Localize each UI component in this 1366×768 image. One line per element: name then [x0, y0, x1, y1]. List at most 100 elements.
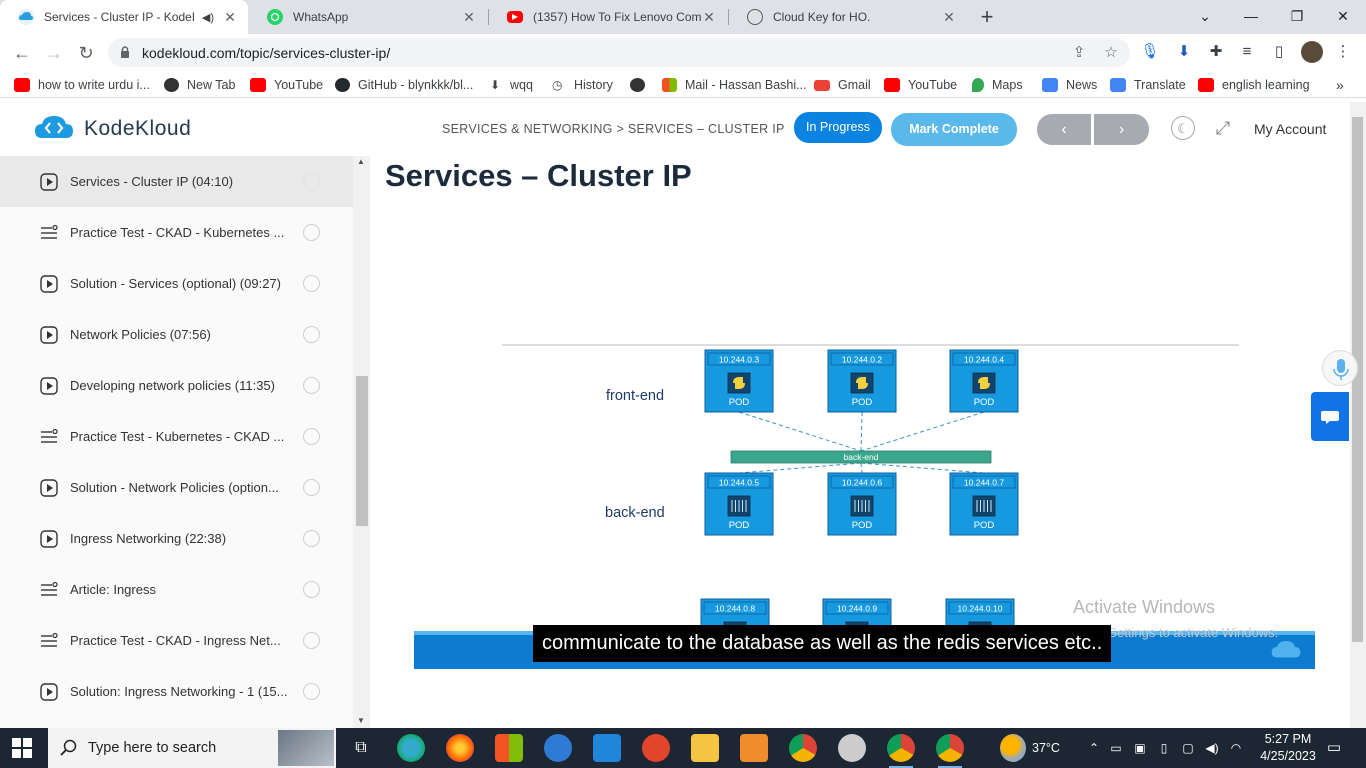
sidebar-lesson-item[interactable]: Practice Test - CKAD - Ingress Net...	[0, 615, 353, 666]
file-explorer-icon[interactable]	[691, 734, 719, 762]
bookmark-item[interactable]: YouTube	[250, 75, 323, 95]
weather-temp[interactable]: 37°C	[1032, 741, 1060, 755]
close-tab-icon[interactable]: ✕	[461, 9, 477, 26]
tray-chevron-icon[interactable]: ⌃	[1086, 740, 1102, 756]
completion-circle-icon[interactable]	[303, 275, 320, 292]
extensions-puzzle-icon[interactable]: ✚	[1206, 42, 1226, 62]
completion-circle-icon[interactable]	[303, 683, 320, 700]
bookmarks-overflow-icon[interactable]: »	[1336, 75, 1344, 95]
bookmark-item[interactable]: english learning	[1198, 75, 1310, 95]
bookmark-item[interactable]: how to write urdu i...	[14, 75, 150, 95]
bookmark-item[interactable]: Maps	[972, 75, 1023, 95]
bookmark-item[interactable]: Translate	[1110, 75, 1186, 95]
sidebar-lesson-item[interactable]: Practice Test - CKAD - Kubernetes ...	[0, 207, 353, 258]
back-button[interactable]: ←	[8, 39, 36, 67]
taskbar-search[interactable]: Type here to search	[48, 728, 336, 768]
clock-date[interactable]: 4/25/2023	[1255, 749, 1321, 763]
bookmark-item[interactable]: YouTube	[884, 75, 957, 95]
store-icon[interactable]	[495, 734, 523, 762]
bookmark-item[interactable]: Gmail	[814, 75, 871, 95]
address-bar[interactable]: kodekloud.com/topic/services-cluster-ip/…	[108, 38, 1130, 67]
bookmark-item[interactable]: News	[1042, 75, 1097, 95]
menu-kebab-icon[interactable]: ⋮	[1333, 42, 1353, 62]
phone-link-icon[interactable]	[544, 734, 572, 762]
sidebar-lesson-item[interactable]: Services - Cluster IP (04:10)	[0, 156, 353, 207]
chat-support-icon[interactable]	[1311, 392, 1349, 441]
scroll-up-arrow-icon[interactable]: ▲	[356, 157, 366, 166]
new-tab-button[interactable]: +	[976, 4, 998, 30]
firefox-icon[interactable]	[446, 734, 474, 762]
settings-app-icon[interactable]	[740, 734, 768, 762]
tab-whatsapp[interactable]: WhatsApp ✕	[249, 0, 487, 34]
network-icon[interactable]: ▭	[1108, 740, 1124, 756]
bookmark-item[interactable]: New Tab	[164, 75, 235, 95]
sidebar-lesson-item[interactable]: Solution - Network Policies (option...	[0, 462, 353, 513]
device-icon[interactable]: ▣	[1132, 740, 1148, 756]
obs-icon[interactable]	[838, 734, 866, 762]
scroll-down-arrow-icon[interactable]: ▼	[356, 716, 366, 725]
tab-search-chevron-icon[interactable]: ⌄	[1182, 0, 1228, 32]
bookmark-star-icon[interactable]: ☆	[1102, 44, 1120, 62]
chrome-profile-icon[interactable]	[887, 734, 915, 768]
reading-list-icon[interactable]: ≡	[1237, 42, 1257, 62]
chrome-icon[interactable]	[789, 734, 817, 762]
volume-icon[interactable]: ◀)	[1204, 740, 1220, 756]
completion-circle-icon[interactable]	[303, 377, 320, 394]
bookmark-item[interactable]: ◷ History	[552, 75, 613, 95]
completion-circle-icon[interactable]	[303, 632, 320, 649]
bookmark-item[interactable]	[630, 75, 645, 95]
bookmark-item[interactable]: Mail - Hassan Bashi...	[662, 75, 807, 95]
clock-time[interactable]: 5:27 PM	[1259, 732, 1317, 746]
close-tab-icon[interactable]: ✕	[222, 9, 238, 26]
completion-circle-icon[interactable]	[303, 173, 320, 190]
previous-lesson-button[interactable]: ‹	[1037, 114, 1091, 145]
mark-complete-button[interactable]: Mark Complete	[891, 113, 1017, 146]
dark-mode-icon[interactable]: ☾	[1171, 116, 1195, 140]
sidebar-scrollbar-thumb[interactable]	[356, 376, 368, 526]
in-progress-button[interactable]: In Progress	[794, 112, 882, 143]
completion-circle-icon[interactable]	[303, 224, 320, 241]
sidebar-lesson-item[interactable]: Ingress Networking (22:38)	[0, 513, 353, 564]
forward-button[interactable]: →	[40, 39, 68, 67]
chrome-profile-h-icon[interactable]	[936, 734, 964, 768]
bookmark-item[interactable]: ⬇ wqq	[490, 75, 533, 95]
completion-circle-icon[interactable]	[303, 326, 320, 343]
close-window-button[interactable]: ✕	[1320, 0, 1366, 32]
minimize-button[interactable]: —	[1228, 0, 1274, 32]
restore-button[interactable]: ❐	[1274, 0, 1320, 32]
reload-button[interactable]: ↻	[72, 39, 100, 67]
close-tab-icon[interactable]: ✕	[701, 9, 717, 26]
download-extension-icon[interactable]: ⬇	[1174, 42, 1194, 62]
mic-extension-icon[interactable]: 🎙	[1140, 42, 1160, 62]
bookmark-item[interactable]: GitHub - blynkkk/bl...	[335, 75, 473, 95]
completion-circle-icon[interactable]	[303, 581, 320, 598]
tab-youtube[interactable]: (1357) How To Fix Lenovo Compu ✕	[489, 0, 727, 34]
next-lesson-button[interactable]: ›	[1094, 114, 1149, 145]
profile-avatar[interactable]	[1301, 41, 1323, 63]
battery-icon[interactable]: ▯	[1156, 740, 1172, 756]
windows-start-icon[interactable]	[12, 738, 32, 758]
voice-mic-icon[interactable]	[1322, 350, 1358, 386]
share-icon[interactable]: ⇪	[1070, 44, 1088, 62]
completion-circle-icon[interactable]	[303, 479, 320, 496]
sidebar-lesson-item[interactable]: Network Policies (07:56)	[0, 309, 353, 360]
wifi-icon[interactable]: ◠	[1228, 740, 1244, 756]
edge-icon[interactable]	[397, 734, 425, 762]
my-account-link[interactable]: My Account	[1254, 121, 1326, 137]
display-icon[interactable]: ▢	[1180, 740, 1196, 756]
sidebar-lesson-item[interactable]: Practice Test - Kubernetes - CKAD ...	[0, 411, 353, 462]
tab-cloud-key[interactable]: Cloud Key for HO. ✕	[729, 0, 967, 34]
sidebar-lesson-item[interactable]: Solution: Ingress Networking - 1 (15...	[0, 666, 353, 717]
tab-services-cluster-ip[interactable]: Services - Cluster IP - KodeKl ◀) ✕	[0, 0, 248, 34]
kodekloud-logo-icon[interactable]	[34, 114, 74, 142]
sidebar-lesson-item[interactable]: Article: Ingress	[0, 564, 353, 615]
completion-circle-icon[interactable]	[303, 530, 320, 547]
app-icon[interactable]	[642, 734, 670, 762]
side-panel-icon[interactable]: ▯	[1269, 42, 1289, 62]
speaker-icon[interactable]: ◀)	[202, 11, 214, 24]
brand-name[interactable]: KodeKloud	[84, 117, 191, 141]
completion-circle-icon[interactable]	[303, 428, 320, 445]
sidebar-lesson-item[interactable]: Solution - Services (optional) (09:27)	[0, 258, 353, 309]
fullscreen-icon[interactable]: ⤢	[1211, 116, 1235, 140]
mail-icon[interactable]	[593, 734, 621, 762]
